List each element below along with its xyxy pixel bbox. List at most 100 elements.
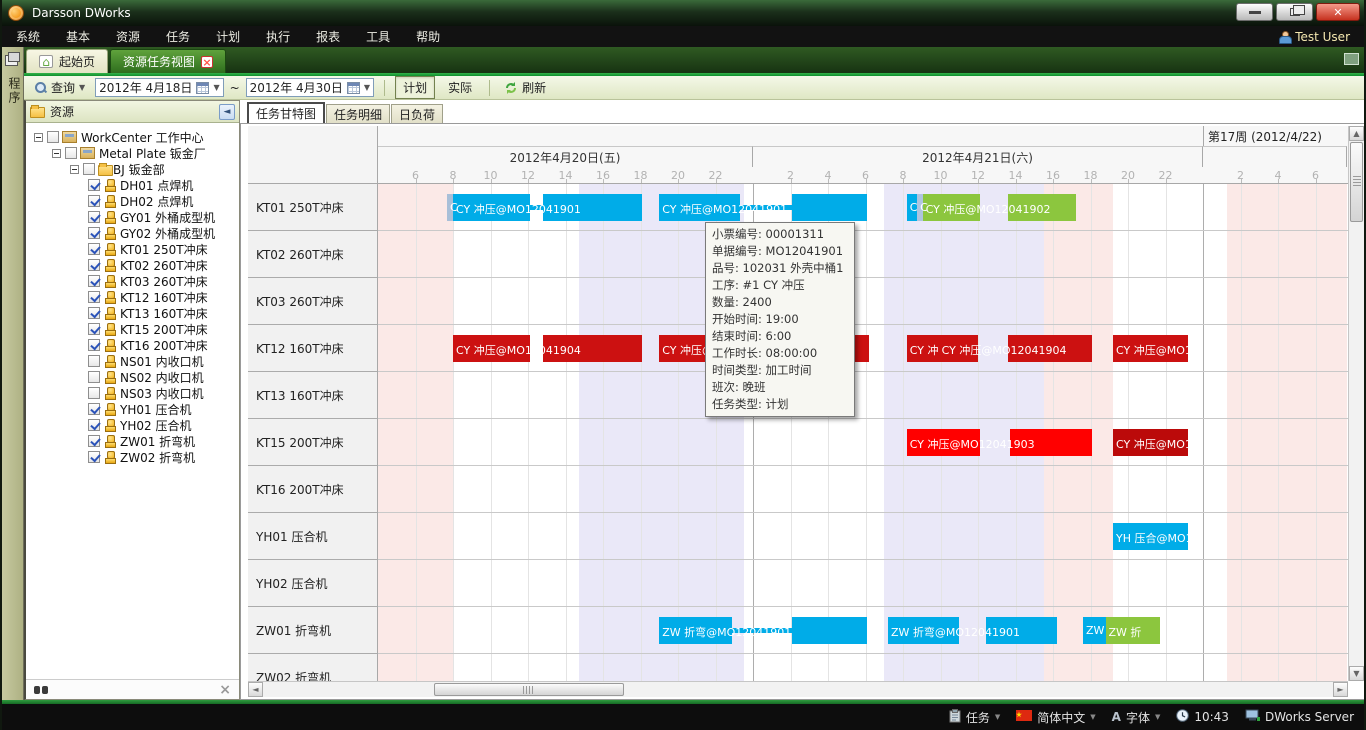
task-bar[interactable]: CY 冲压@MO12041904 [939, 335, 1093, 362]
tree-item[interactable]: BJ 钣金部 [26, 161, 239, 177]
user-indicator[interactable]: Test User [1279, 26, 1350, 47]
view-tab-1[interactable]: 任务明细 [326, 104, 390, 123]
tree-item[interactable]: ZW02 折弯机 [26, 449, 239, 465]
tree-item[interactable]: YH01 压合机 [26, 401, 239, 417]
tree-item[interactable]: NS02 内收口机 [26, 369, 239, 385]
program-side-strip[interactable]: 程序 [2, 47, 24, 700]
status-item-3[interactable]: 10:43 [1176, 709, 1229, 725]
tree-checkbox[interactable] [88, 227, 100, 239]
status-item-0[interactable]: 任务▼ [949, 709, 1000, 726]
menu-item-3[interactable]: 任务 [166, 28, 190, 45]
tree-checkbox[interactable] [88, 403, 100, 415]
tab-resource-task-view[interactable]: 资源任务视图 × [110, 49, 226, 73]
tree-item[interactable]: WorkCenter 工作中心 [26, 129, 239, 145]
task-bar[interactable]: CY 冲 [907, 335, 939, 362]
tree-item[interactable]: KT01 250T冲床 [26, 241, 239, 257]
task-bar[interactable]: C [907, 194, 917, 221]
scroll-right-icon[interactable]: ► [1333, 682, 1348, 697]
tab-close-icon[interactable]: × [201, 56, 213, 68]
tree-checkbox[interactable] [88, 323, 100, 335]
tree-checkbox[interactable] [88, 307, 100, 319]
scroll-down-icon[interactable]: ▼ [1349, 666, 1364, 681]
task-bar[interactable]: CY 冲压@MO12041901 [453, 194, 642, 221]
tree-checkbox[interactable] [88, 291, 100, 303]
scroll-left-icon[interactable]: ◄ [248, 682, 263, 697]
task-bar[interactable]: CY 冲压@MO12041904 [453, 335, 642, 362]
restore-button[interactable] [1276, 3, 1313, 21]
tree-checkbox[interactable] [88, 179, 100, 191]
task-bar[interactable]: ZW 折弯@MO12041901 [659, 617, 867, 644]
tree-item[interactable]: KT13 160T冲床 [26, 305, 239, 321]
scroll-up-icon[interactable]: ▲ [1349, 126, 1364, 141]
tree-item[interactable]: GY01 外桶成型机 [26, 209, 239, 225]
actual-toggle-button[interactable]: 实际 [441, 77, 479, 98]
tree-item[interactable]: KT02 260T冲床 [26, 257, 239, 273]
view-tab-0[interactable]: 任务甘特图 [247, 102, 325, 123]
date-to-picker[interactable]: 2012年 4月30日 ▼ [246, 78, 374, 97]
menu-item-2[interactable]: 资源 [116, 28, 140, 45]
menu-item-6[interactable]: 报表 [316, 28, 340, 45]
tree-expander-icon[interactable] [70, 165, 79, 174]
status-item-4[interactable]: DWorks Server [1245, 709, 1354, 725]
menu-item-4[interactable]: 计划 [216, 28, 240, 45]
tree-expander-icon[interactable] [34, 133, 43, 142]
tree-checkbox[interactable] [47, 131, 59, 143]
refresh-button[interactable]: 刷新 [500, 78, 550, 97]
tree-checkbox[interactable] [88, 339, 100, 351]
tree-item[interactable]: DH01 点焊机 [26, 177, 239, 193]
tab-home[interactable]: ⌂ 起始页 [26, 49, 108, 73]
tree-checkbox[interactable] [88, 243, 100, 255]
task-bar[interactable]: ZW 折 [1106, 617, 1160, 644]
tree-checkbox[interactable] [88, 451, 100, 463]
vertical-scroll-thumb[interactable] [1350, 142, 1363, 222]
status-item-1[interactable]: 简体中文▼ [1016, 709, 1095, 726]
task-bar[interactable]: ZW 折弯@MO12041901 [888, 617, 1057, 644]
task-bar[interactable]: CY 冲压@MO12041902 [923, 194, 1076, 221]
tree-item[interactable]: NS03 内收口机 [26, 385, 239, 401]
task-bar[interactable]: CY 冲压@MO1 [1113, 429, 1188, 456]
tree-checkbox[interactable] [83, 163, 95, 175]
tree-item[interactable]: KT15 200T冲床 [26, 321, 239, 337]
plan-toggle-button[interactable]: 计划 [395, 76, 435, 99]
clear-icon[interactable]: × [219, 685, 231, 695]
tree-checkbox[interactable] [88, 355, 100, 367]
menu-item-7[interactable]: 工具 [366, 28, 390, 45]
tree-item[interactable]: Metal Plate 钣金厂 [26, 145, 239, 161]
minimize-button[interactable] [1236, 3, 1273, 21]
tree-item[interactable]: GY02 外桶成型机 [26, 225, 239, 241]
tree-item[interactable]: KT03 260T冲床 [26, 273, 239, 289]
task-bar[interactable]: YH 压合@MO1 [1113, 523, 1188, 550]
view-tab-2[interactable]: 日负荷 [391, 104, 443, 123]
tree-checkbox[interactable] [88, 387, 100, 399]
tree-checkbox[interactable] [88, 435, 100, 447]
menu-item-5[interactable]: 执行 [266, 28, 290, 45]
tree-item[interactable]: KT12 160T冲床 [26, 289, 239, 305]
horizontal-scrollbar[interactable]: ◄ ► [248, 681, 1348, 697]
collapse-panel-button[interactable]: ◄ [219, 104, 235, 120]
task-bar[interactable]: CY 冲压@MO1 [1113, 335, 1188, 362]
menu-item-0[interactable]: 系统 [16, 28, 40, 45]
tree-expander-icon[interactable] [52, 149, 61, 158]
tree-checkbox[interactable] [88, 211, 100, 223]
tree-checkbox[interactable] [65, 147, 77, 159]
find-icon[interactable] [34, 685, 48, 695]
task-bar[interactable]: CY 冲压@MO12041903 [907, 429, 1093, 456]
query-button[interactable]: 查询 ▼ [30, 78, 89, 97]
menu-item-1[interactable]: 基本 [66, 28, 90, 45]
tree-item[interactable]: ZW01 折弯机 [26, 433, 239, 449]
horizontal-scroll-thumb[interactable] [434, 683, 624, 696]
tree-checkbox[interactable] [88, 259, 100, 271]
date-from-picker[interactable]: 2012年 4月18日 ▼ [95, 78, 223, 97]
tree-item[interactable]: DH02 点焊机 [26, 193, 239, 209]
tree-checkbox[interactable] [88, 275, 100, 287]
task-bar[interactable]: CY 冲压@MO12041901 [659, 194, 867, 221]
menu-item-8[interactable]: 帮助 [416, 28, 440, 45]
task-bar[interactable]: ZW [1083, 617, 1106, 644]
tree-checkbox[interactable] [88, 371, 100, 383]
tree-item[interactable]: YH02 压合机 [26, 417, 239, 433]
window-list-icon[interactable] [1344, 53, 1359, 65]
status-item-2[interactable]: A字体▼ [1112, 709, 1161, 726]
tree-checkbox[interactable] [88, 195, 100, 207]
tree-item[interactable]: KT16 200T冲床 [26, 337, 239, 353]
tree-checkbox[interactable] [88, 419, 100, 431]
